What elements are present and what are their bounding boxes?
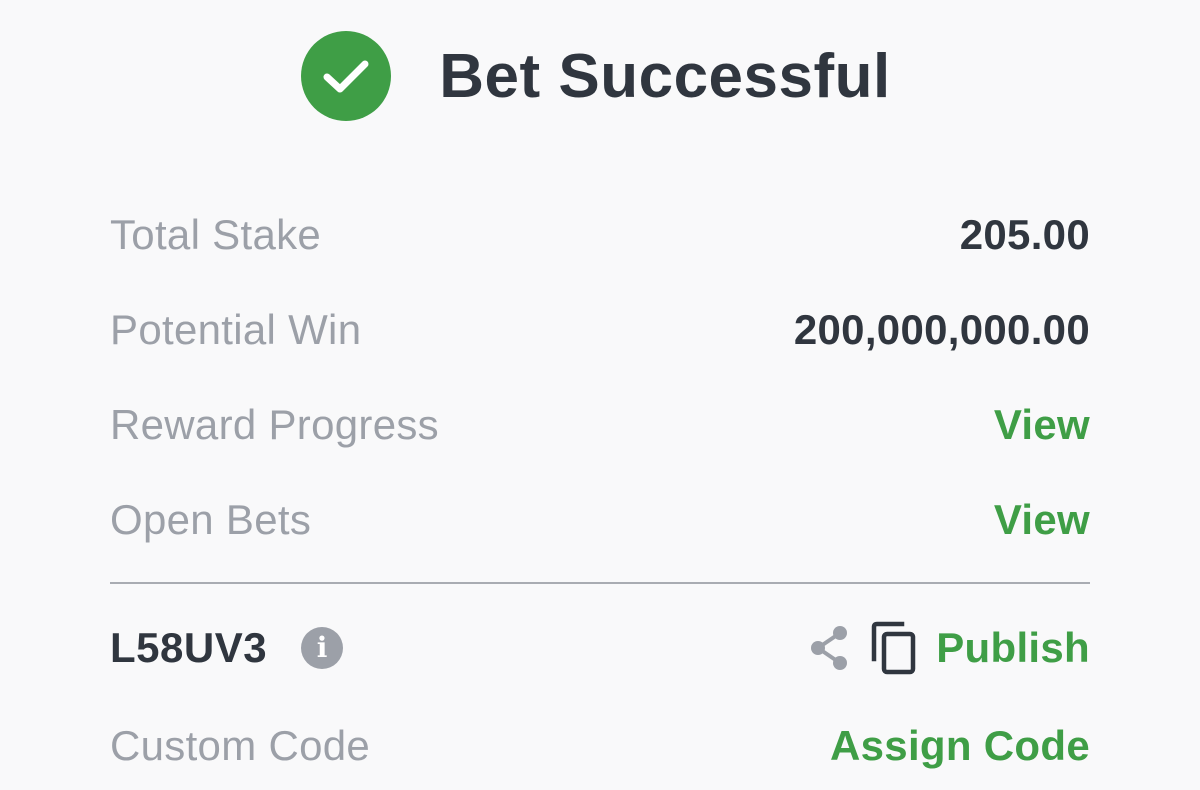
total-stake-label: Total Stake — [110, 211, 322, 258]
check-circle-icon — [301, 31, 392, 121]
reward-progress-label: Reward Progress — [110, 401, 439, 448]
info-icon[interactable]: i — [301, 627, 344, 669]
publish-button[interactable]: Publish — [936, 624, 1090, 672]
reward-progress-view-link[interactable]: View — [994, 401, 1090, 449]
page-title: Bet Successful — [439, 41, 891, 111]
potential-win-label: Potential Win — [110, 306, 362, 353]
share-icon[interactable] — [806, 623, 852, 673]
booking-code-group: L58UV3 i — [110, 624, 344, 672]
success-header: Bet Successful — [0, 28, 1200, 124]
reward-progress-row: Reward Progress View — [110, 395, 1090, 455]
custom-code-row: Custom Code Assign Code — [110, 716, 1090, 776]
total-stake-value: 205.00 — [959, 211, 1090, 258]
copy-icon[interactable] — [870, 621, 918, 675]
booking-code: L58UV3 — [110, 624, 268, 671]
open-bets-row: Open Bets View — [110, 490, 1090, 550]
booking-code-row: L58UV3 i Publish — [110, 618, 1090, 678]
assign-code-button[interactable]: Assign Code — [830, 722, 1090, 770]
potential-win-row: Potential Win 200,000,000.00 — [110, 300, 1090, 360]
open-bets-view-link[interactable]: View — [994, 496, 1090, 544]
custom-code-label: Custom Code — [110, 722, 371, 769]
total-stake-row: Total Stake 205.00 — [110, 205, 1090, 265]
potential-win-value: 200,000,000.00 — [793, 306, 1090, 353]
open-bets-label: Open Bets — [110, 496, 312, 543]
booking-actions: Publish — [806, 621, 1090, 675]
divider — [110, 582, 1090, 584]
